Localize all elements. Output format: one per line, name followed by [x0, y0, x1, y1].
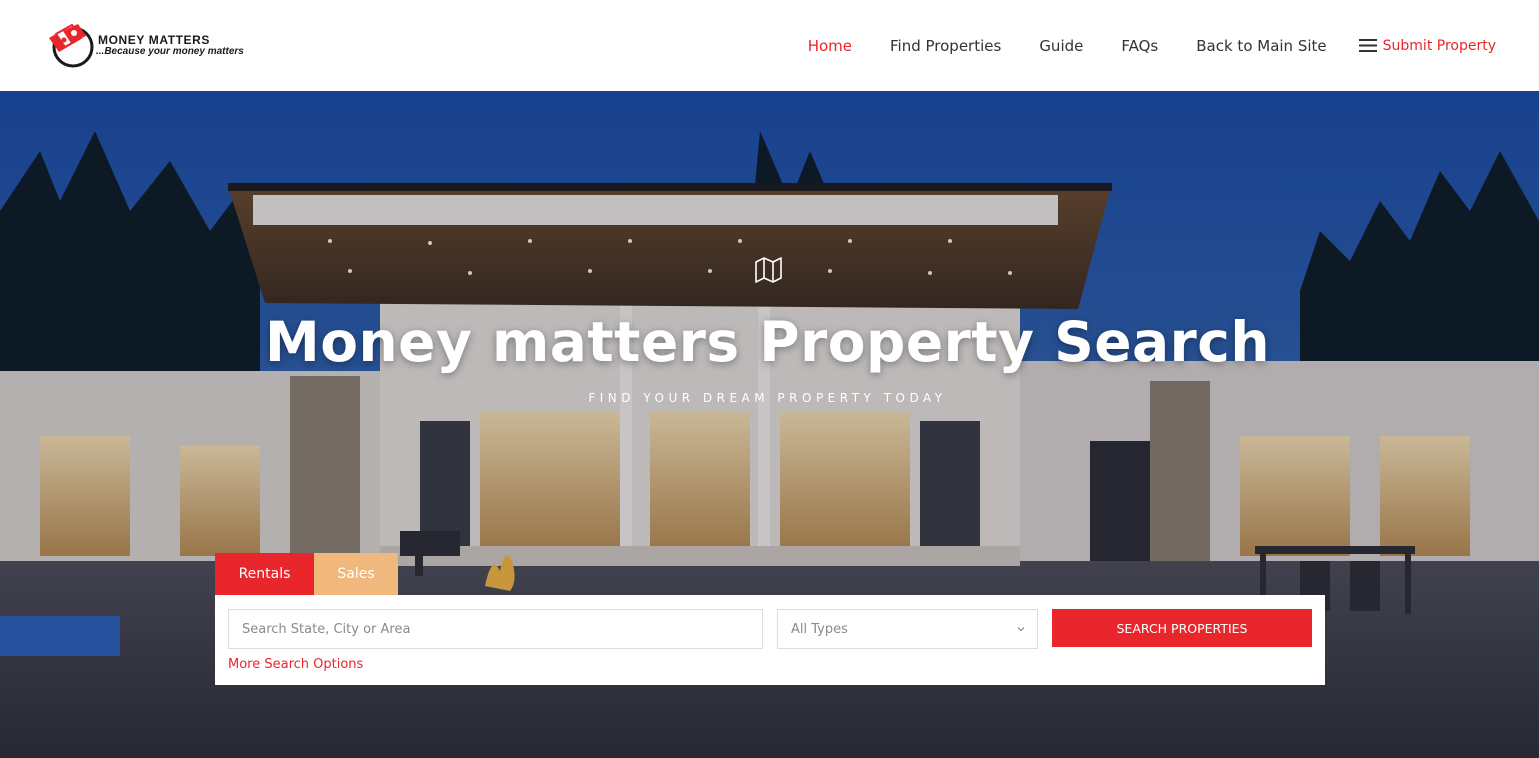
main-nav: Home Find Properties Guide FAQs Back to … [770, 0, 1496, 91]
logo-tagline: ...Because your money matters [96, 46, 244, 57]
map-icon [755, 257, 782, 283]
money-bills-logo-icon [49, 23, 94, 68]
hamburger-menu-icon [1358, 39, 1377, 52]
property-type-select[interactable]: All Types [777, 609, 1038, 649]
more-search-options-link[interactable]: More Search Options [228, 657, 363, 672]
search-properties-button[interactable]: SEARCH PROPERTIES [1052, 609, 1312, 647]
submit-property-label: Submit Property [1382, 37, 1496, 54]
tab-rentals[interactable]: Rentals [215, 553, 314, 595]
nav-guide[interactable]: Guide [1039, 37, 1083, 55]
chevron-down-icon [1017, 627, 1025, 632]
logo-title: MONEY MATTERS [98, 33, 211, 47]
hero-title: Money matters Property Search [264, 310, 1270, 374]
site-header: MONEY MATTERS ...Because your money matt… [0, 0, 1539, 91]
property-type-value: All Types [791, 621, 848, 637]
nav-home[interactable]: Home [808, 37, 852, 55]
nav-find-properties[interactable]: Find Properties [890, 37, 1001, 55]
tab-sales[interactable]: Sales [314, 553, 398, 595]
nav-faqs[interactable]: FAQs [1121, 37, 1158, 55]
property-search-form: All Types SEARCH PROPERTIES More Search … [215, 595, 1325, 685]
site-logo[interactable]: MONEY MATTERS ...Because your money matt… [46, 22, 246, 68]
hero-banner: Money matters Property Search FIND YOUR … [0, 91, 1539, 758]
nav-back-to-main-site[interactable]: Back to Main Site [1196, 37, 1326, 55]
submit-property-button[interactable]: Submit Property [1358, 37, 1496, 54]
hero-subtitle: FIND YOUR DREAM PROPERTY TODAY [588, 391, 947, 405]
location-search-input[interactable] [228, 609, 763, 649]
